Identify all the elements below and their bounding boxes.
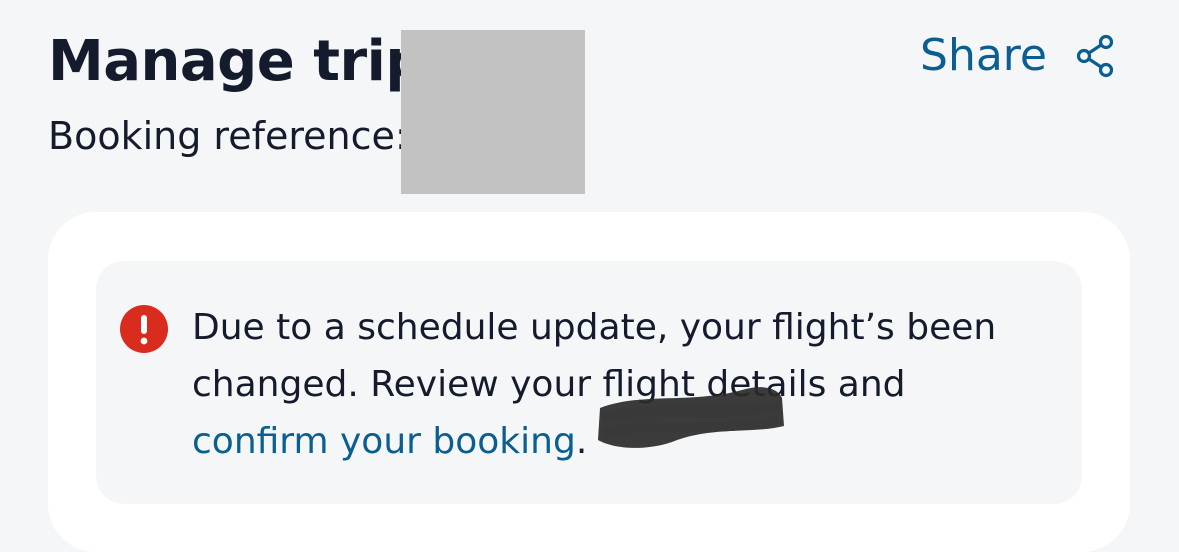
share-button[interactable]: Share <box>920 30 1115 82</box>
alert-trailing-punctuation: . <box>575 421 588 462</box>
confirm-booking-link[interactable]: confirm your booking <box>192 421 576 462</box>
exclamation-circle-icon <box>120 305 168 353</box>
share-label: Share <box>920 30 1047 81</box>
redacted-booking-reference <box>401 30 585 194</box>
share-icon <box>1076 34 1114 78</box>
schedule-change-alert: Due to a schedule update, your flight’s … <box>96 261 1082 504</box>
booking-reference-label: Booking reference: <box>48 114 408 158</box>
redaction-scribble <box>598 387 784 448</box>
trip-card: Due to a schedule update, your flight’s … <box>48 212 1130 552</box>
page-title: Manage trip <box>48 29 425 94</box>
